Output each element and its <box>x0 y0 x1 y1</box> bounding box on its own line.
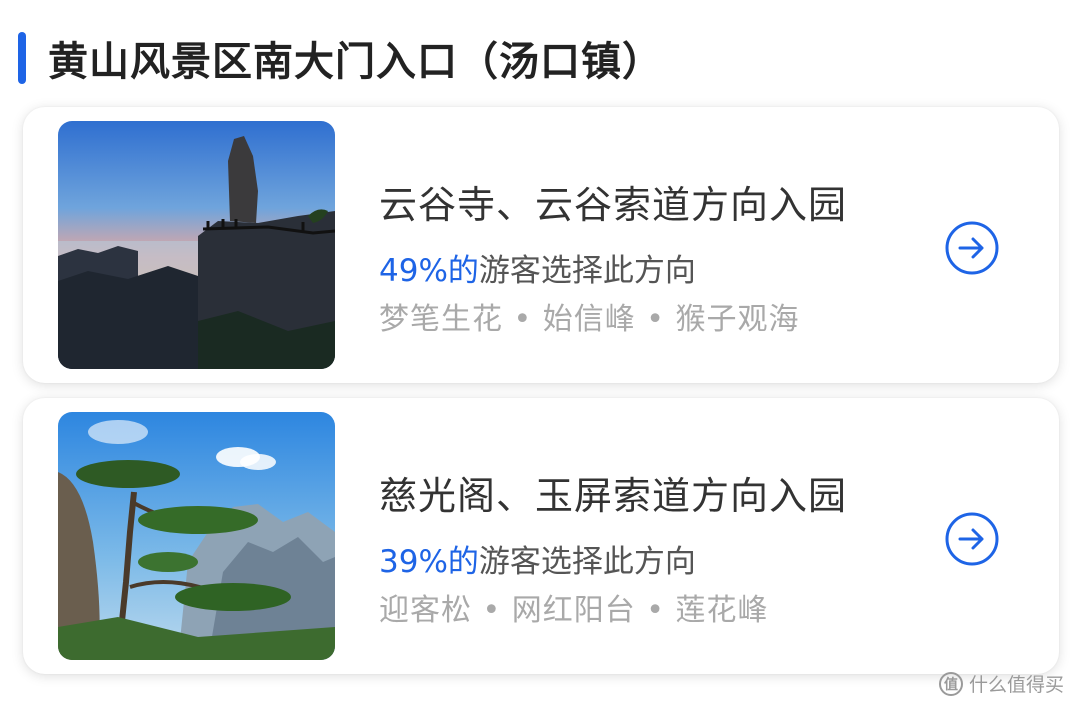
route-card-yungu[interactable]: 云谷寺、云谷索道方向入园 49%的游客选择此方向 梦笔生花 • 始信峰 • 猴子… <box>23 107 1059 383</box>
section-accent-bar <box>18 32 26 84</box>
watermark: 值 什么值得买 <box>938 670 1064 697</box>
section-header: 黄山风景区南大门入口（汤口镇） <box>18 30 663 86</box>
route-sights: 梦笔生花 • 始信峰 • 猴子观海 <box>379 302 800 337</box>
visitor-share-text: 游客选择此方向 <box>478 253 696 289</box>
route-title: 云谷寺、云谷索道方向入园 <box>379 183 848 227</box>
visitor-share-text: 游客选择此方向 <box>478 544 696 580</box>
watermark-logo-icon: 值 <box>938 671 963 696</box>
arrow-right-circle-icon[interactable] <box>944 220 1000 276</box>
route-go-button[interactable] <box>944 511 1000 567</box>
visitor-share-percent: 39%的 <box>379 544 479 580</box>
route-title: 慈光阁、玉屏索道方向入园 <box>379 474 848 518</box>
visitor-share: 39%的游客选择此方向 <box>379 536 696 581</box>
arrow-right-circle-icon[interactable] <box>944 511 1000 567</box>
section-title: 黄山风景区南大门入口（汤口镇） <box>48 39 663 85</box>
visitor-share: 49%的游客选择此方向 <box>379 245 696 290</box>
route-card-ciguang[interactable]: 慈光阁、玉屏索道方向入园 39%的游客选择此方向 迎客松 • 网红阳台 • 莲花… <box>23 398 1059 674</box>
route-photo-sunset-peak <box>58 121 335 369</box>
route-photo-welcome-pine <box>58 412 335 660</box>
route-go-button[interactable] <box>944 220 1000 276</box>
watermark-text: 什么值得买 <box>968 674 1064 696</box>
visitor-share-percent: 49%的 <box>379 253 479 289</box>
route-sights: 迎客松 • 网红阳台 • 莲花峰 <box>379 593 769 628</box>
